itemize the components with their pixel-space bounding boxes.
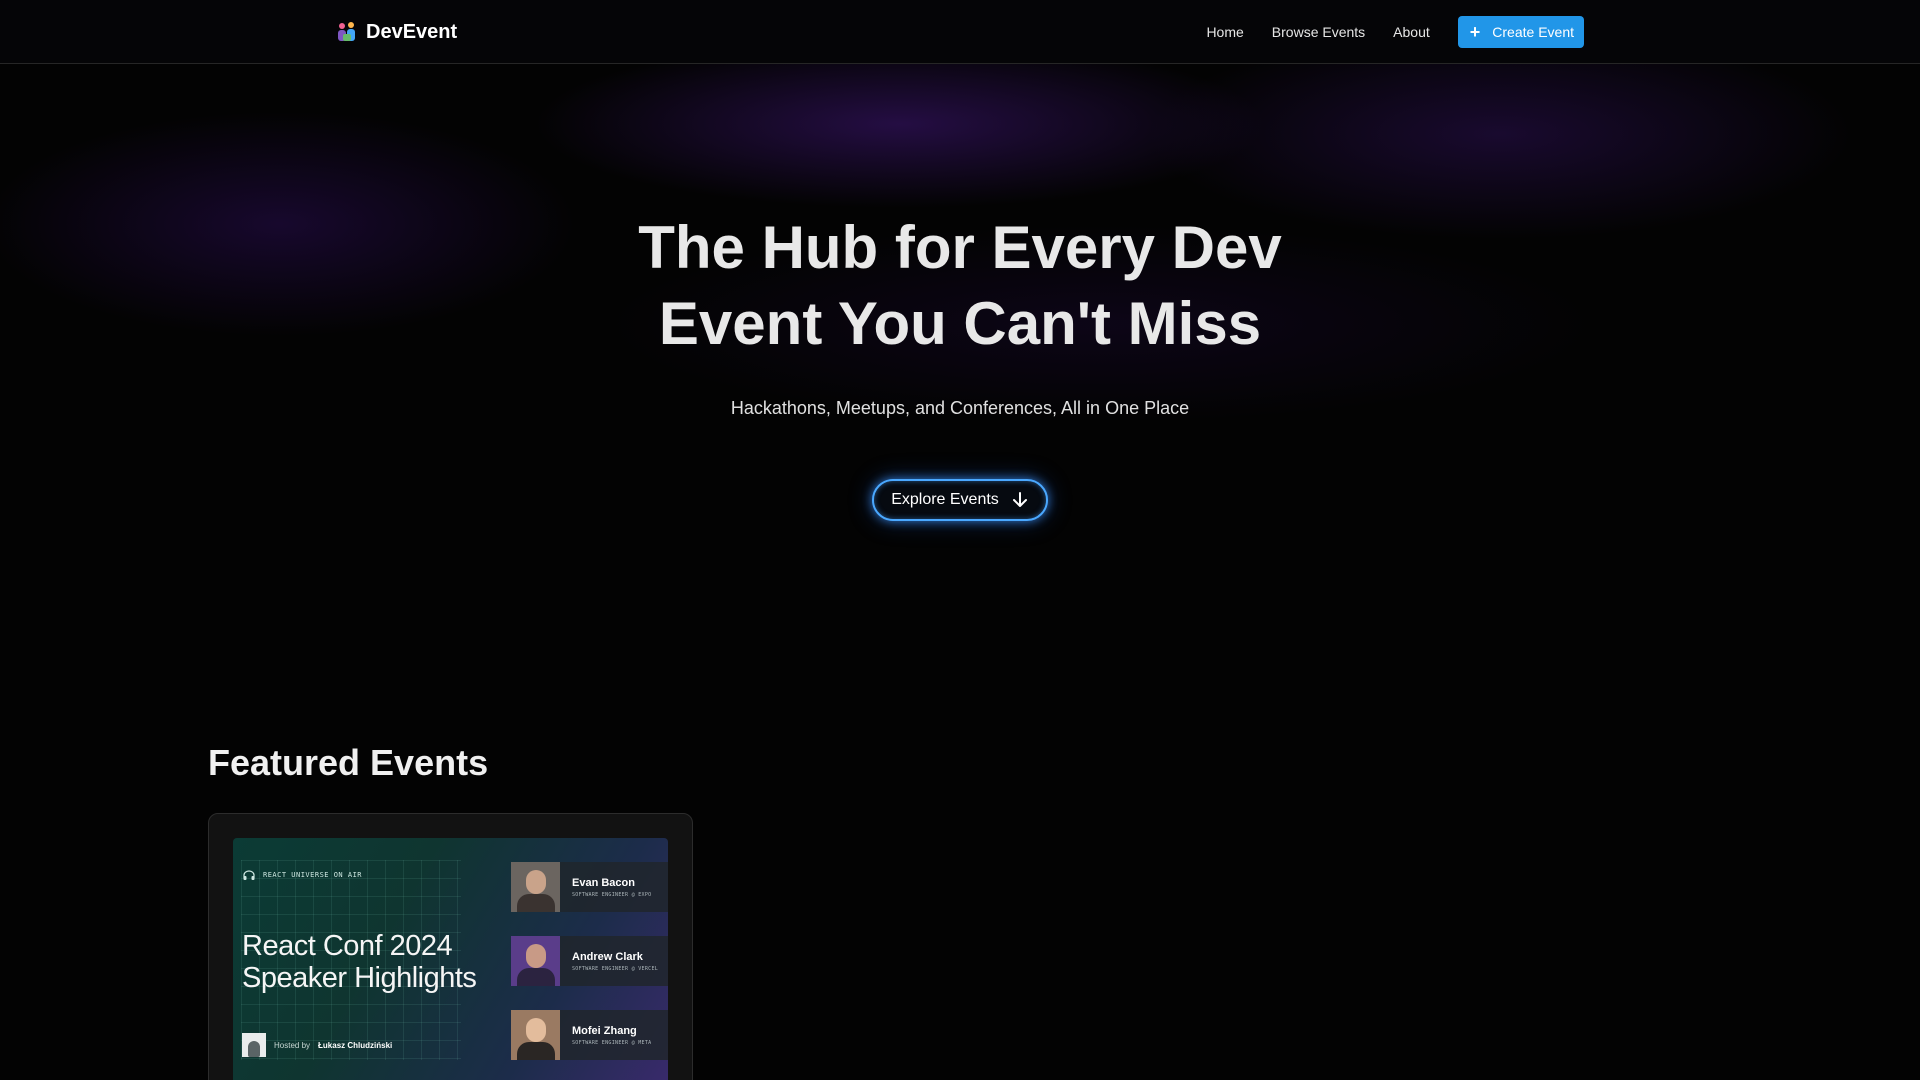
speaker-name: Mofei Zhang [572,1024,637,1037]
speaker-item: Evan Bacon SOFTWARE ENGINEER @ EXPO [511,862,668,912]
nav-home-link[interactable]: Home [1206,24,1243,40]
speaker-avatar [511,1010,560,1060]
host-avatar [242,1033,266,1057]
brand-name: DevEvent [366,20,458,43]
hero-subtitle: Hackathons, Meetups, and Conferences, Al… [730,398,1190,418]
hero-title-line2: Event You Can't Miss [658,290,1262,357]
nav-about-link[interactable]: About [1393,24,1430,40]
host-name: Łukasz Chludziński [318,1040,393,1050]
featured-events-heading: Featured Events [208,742,489,783]
poster-title-line1: React Conf 2024 [242,930,453,962]
create-event-label: Create Event [1492,24,1574,40]
headphones-icon [243,870,255,880]
speaker-item: Mofei Zhang SOFTWARE ENGINEER @ META [511,1010,668,1060]
poster-title-line2: Speaker Highlights [242,962,477,994]
event-card[interactable]: REACT UNIVERSE ON AIR React Conf 2024 Sp… [208,813,693,1080]
explore-events-label: Explore Events [891,491,999,508]
create-event-button[interactable]: + Create Event [1457,16,1584,48]
plus-icon: + [1469,22,1481,42]
speaker-name: Evan Bacon [572,876,635,889]
hero-title-line1: The Hub for Every Dev [638,214,1282,281]
poster-tag: REACT UNIVERSE ON AIR [243,870,362,880]
arrow-down-icon [1012,492,1027,507]
explore-events-button[interactable]: Explore Events [872,479,1048,521]
speaker-avatar [511,862,560,912]
top-navbar: DevEvent Home Browse Events About + Crea… [0,0,1920,64]
brand-link[interactable]: DevEvent [336,18,457,46]
speaker-role: SOFTWARE ENGINEER @ EXPO [572,891,652,898]
speaker-role: SOFTWARE ENGINEER @ META [572,1039,652,1046]
speaker-name: Andrew Clark [572,950,643,963]
poster-tag-text: REACT UNIVERSE ON AIR [263,871,363,879]
logo-icon [338,22,355,41]
event-poster: REACT UNIVERSE ON AIR React Conf 2024 Sp… [233,838,668,1080]
speaker-avatar [511,936,560,986]
poster-host: Hosted by Łukasz Chludziński [242,1033,392,1057]
nav-links: Home Browse Events About + Create Event [1206,16,1584,48]
hero-title: The Hub for Every Dev Event You Can't Mi… [560,210,1360,362]
host-prefix: Hosted by [274,1040,311,1050]
poster-title: React Conf 2024 Speaker Highlights [242,930,482,994]
speaker-role: SOFTWARE ENGINEER @ VERCEL [572,965,659,972]
nav-browse-events-link[interactable]: Browse Events [1272,24,1365,40]
speaker-item: Andrew Clark SOFTWARE ENGINEER @ VERCEL [511,936,668,986]
